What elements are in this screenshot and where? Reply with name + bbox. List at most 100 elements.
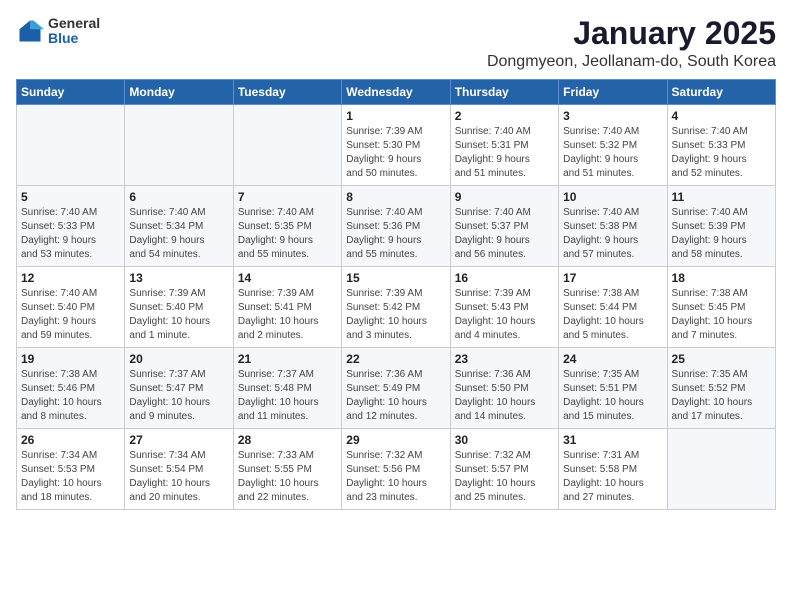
day-number: 17 <box>563 271 662 285</box>
day-info: Sunrise: 7:35 AM Sunset: 5:51 PM Dayligh… <box>563 368 662 424</box>
calendar-week-row: 19 Sunrise: 7:38 AM Sunset: 5:46 PM Dayli… <box>17 348 776 429</box>
header-thursday: Thursday <box>450 80 558 105</box>
day-info: Sunrise: 7:35 AM Sunset: 5:52 PM Dayligh… <box>672 368 771 424</box>
table-row: 2 Sunrise: 7:40 AM Sunset: 5:31 PM Daylig… <box>450 105 558 186</box>
day-info: Sunrise: 7:40 AM Sunset: 5:35 PM Dayligh… <box>238 206 337 262</box>
day-number: 25 <box>672 352 771 366</box>
table-row: 4Sunrise: 7:40 AM Sunset: 5:33 PM Daylig… <box>667 105 775 186</box>
day-number: 11 <box>672 190 771 204</box>
page-container: General Blue January 2025 Dongmyeon, Jeo… <box>0 0 792 520</box>
table-row <box>667 429 775 510</box>
table-row: 21 Sunrise: 7:37 AM Sunset: 5:48 PM Dayli… <box>233 348 341 429</box>
day-number: 13 <box>129 271 228 285</box>
table-row: 3 Sunrise: 7:40 AM Sunset: 5:32 PM Daylig… <box>559 105 667 186</box>
logo: General Blue <box>16 16 100 47</box>
day-number: 12 <box>21 271 120 285</box>
table-row: 7 Sunrise: 7:40 AM Sunset: 5:35 PM Daylig… <box>233 186 341 267</box>
calendar-title: January 2025 <box>487 16 776 51</box>
day-info: Sunrise: 7:38 AM Sunset: 5:44 PM Dayligh… <box>563 287 662 343</box>
day-number: 31 <box>563 433 662 447</box>
day-info: Sunrise: 7:39 AM Sunset: 5:43 PM Dayligh… <box>455 287 554 343</box>
day-number: 16 <box>455 271 554 285</box>
table-row: 11Sunrise: 7:40 AM Sunset: 5:39 PM Dayli… <box>667 186 775 267</box>
day-number: 30 <box>455 433 554 447</box>
table-row: 29 Sunrise: 7:32 AM Sunset: 5:56 PM Dayli… <box>342 429 450 510</box>
day-number: 29 <box>346 433 445 447</box>
table-row: 30 Sunrise: 7:32 AM Sunset: 5:57 PM Dayli… <box>450 429 558 510</box>
logo-text: General Blue <box>48 16 100 47</box>
table-row: 16 Sunrise: 7:39 AM Sunset: 5:43 PM Dayli… <box>450 267 558 348</box>
day-number: 24 <box>563 352 662 366</box>
day-info: Sunrise: 7:38 AM Sunset: 5:45 PM Dayligh… <box>672 287 771 343</box>
table-row: 24 Sunrise: 7:35 AM Sunset: 5:51 PM Dayli… <box>559 348 667 429</box>
calendar-week-row: 26Sunrise: 7:34 AM Sunset: 5:53 PM Dayli… <box>17 429 776 510</box>
day-info: Sunrise: 7:33 AM Sunset: 5:55 PM Dayligh… <box>238 449 337 505</box>
day-info: Sunrise: 7:39 AM Sunset: 5:30 PM Dayligh… <box>346 125 445 181</box>
day-number: 1 <box>346 109 445 123</box>
day-info: Sunrise: 7:40 AM Sunset: 5:33 PM Dayligh… <box>672 125 771 181</box>
day-info: Sunrise: 7:32 AM Sunset: 5:56 PM Dayligh… <box>346 449 445 505</box>
title-block: January 2025 Dongmyeon, Jeollanam-do, So… <box>487 16 776 71</box>
day-info: Sunrise: 7:40 AM Sunset: 5:37 PM Dayligh… <box>455 206 554 262</box>
day-number: 7 <box>238 190 337 204</box>
day-number: 20 <box>129 352 228 366</box>
table-row: 1 Sunrise: 7:39 AM Sunset: 5:30 PM Daylig… <box>342 105 450 186</box>
table-row: 10Sunrise: 7:40 AM Sunset: 5:38 PM Dayli… <box>559 186 667 267</box>
day-number: 22 <box>346 352 445 366</box>
table-row: 15Sunrise: 7:39 AM Sunset: 5:42 PM Dayli… <box>342 267 450 348</box>
day-info: Sunrise: 7:40 AM Sunset: 5:31 PM Dayligh… <box>455 125 554 181</box>
day-number: 23 <box>455 352 554 366</box>
day-number: 10 <box>563 190 662 204</box>
header-saturday: Saturday <box>667 80 775 105</box>
day-info: Sunrise: 7:40 AM Sunset: 5:40 PM Dayligh… <box>21 287 120 343</box>
header-monday: Monday <box>125 80 233 105</box>
table-row: 28 Sunrise: 7:33 AM Sunset: 5:55 PM Dayli… <box>233 429 341 510</box>
day-info: Sunrise: 7:39 AM Sunset: 5:40 PM Dayligh… <box>129 287 228 343</box>
day-number: 6 <box>129 190 228 204</box>
day-info: Sunrise: 7:39 AM Sunset: 5:41 PM Dayligh… <box>238 287 337 343</box>
table-row: 17 Sunrise: 7:38 AM Sunset: 5:44 PM Dayli… <box>559 267 667 348</box>
day-number: 3 <box>563 109 662 123</box>
day-info: Sunrise: 7:40 AM Sunset: 5:32 PM Dayligh… <box>563 125 662 181</box>
day-info: Sunrise: 7:31 AM Sunset: 5:58 PM Dayligh… <box>563 449 662 505</box>
day-info: Sunrise: 7:37 AM Sunset: 5:48 PM Dayligh… <box>238 368 337 424</box>
day-number: 19 <box>21 352 120 366</box>
header-wednesday: Wednesday <box>342 80 450 105</box>
weekday-header-row: Sunday Monday Tuesday Wednesday Thursday… <box>17 80 776 105</box>
day-info: Sunrise: 7:34 AM Sunset: 5:54 PM Dayligh… <box>129 449 228 505</box>
header: General Blue January 2025 Dongmyeon, Jeo… <box>16 16 776 71</box>
day-number: 2 <box>455 109 554 123</box>
day-info: Sunrise: 7:38 AM Sunset: 5:46 PM Dayligh… <box>21 368 120 424</box>
header-sunday: Sunday <box>17 80 125 105</box>
header-friday: Friday <box>559 80 667 105</box>
day-info: Sunrise: 7:40 AM Sunset: 5:34 PM Dayligh… <box>129 206 228 262</box>
day-number: 21 <box>238 352 337 366</box>
day-number: 5 <box>21 190 120 204</box>
table-row: 18 Sunrise: 7:38 AM Sunset: 5:45 PM Dayli… <box>667 267 775 348</box>
calendar-table: Sunday Monday Tuesday Wednesday Thursday… <box>16 79 776 510</box>
table-row: 23Sunrise: 7:36 AM Sunset: 5:50 PM Dayli… <box>450 348 558 429</box>
table-row: 12 Sunrise: 7:40 AM Sunset: 5:40 PM Dayli… <box>17 267 125 348</box>
day-number: 26 <box>21 433 120 447</box>
day-number: 28 <box>238 433 337 447</box>
calendar-week-row: 1 Sunrise: 7:39 AM Sunset: 5:30 PM Daylig… <box>17 105 776 186</box>
table-row: 27 Sunrise: 7:34 AM Sunset: 5:54 PM Dayli… <box>125 429 233 510</box>
table-row: 19 Sunrise: 7:38 AM Sunset: 5:46 PM Dayli… <box>17 348 125 429</box>
table-row: 22Sunrise: 7:36 AM Sunset: 5:49 PM Dayli… <box>342 348 450 429</box>
table-row: 25 Sunrise: 7:35 AM Sunset: 5:52 PM Dayli… <box>667 348 775 429</box>
day-number: 18 <box>672 271 771 285</box>
table-row: 6 Sunrise: 7:40 AM Sunset: 5:34 PM Daylig… <box>125 186 233 267</box>
day-number: 15 <box>346 271 445 285</box>
day-info: Sunrise: 7:40 AM Sunset: 5:33 PM Dayligh… <box>21 206 120 262</box>
day-number: 9 <box>455 190 554 204</box>
calendar-week-row: 5 Sunrise: 7:40 AM Sunset: 5:33 PM Daylig… <box>17 186 776 267</box>
day-number: 8 <box>346 190 445 204</box>
table-row: 5 Sunrise: 7:40 AM Sunset: 5:33 PM Daylig… <box>17 186 125 267</box>
table-row: 26Sunrise: 7:34 AM Sunset: 5:53 PM Dayli… <box>17 429 125 510</box>
table-row: 14Sunrise: 7:39 AM Sunset: 5:41 PM Dayli… <box>233 267 341 348</box>
day-number: 27 <box>129 433 228 447</box>
day-info: Sunrise: 7:32 AM Sunset: 5:57 PM Dayligh… <box>455 449 554 505</box>
table-row: 20Sunrise: 7:37 AM Sunset: 5:47 PM Dayli… <box>125 348 233 429</box>
day-info: Sunrise: 7:40 AM Sunset: 5:36 PM Dayligh… <box>346 206 445 262</box>
header-tuesday: Tuesday <box>233 80 341 105</box>
